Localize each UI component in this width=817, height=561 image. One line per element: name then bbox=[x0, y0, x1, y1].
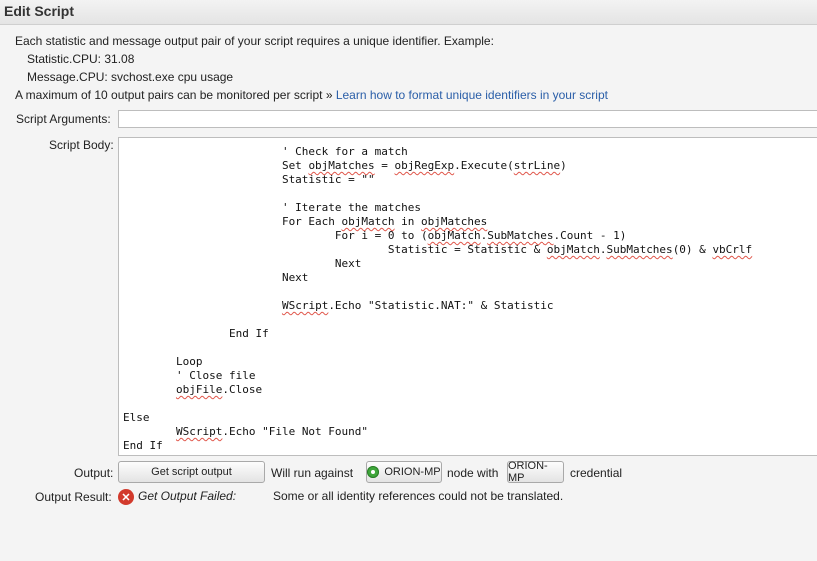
spellcheck-word: objRegExp bbox=[394, 159, 455, 172]
node-button[interactable]: ORION-MP bbox=[366, 461, 442, 483]
spellcheck-word: WScript bbox=[175, 425, 223, 438]
learn-more-link[interactable]: Learn how to format unique identifiers i… bbox=[336, 88, 608, 102]
code-line: ' Close file bbox=[123, 369, 256, 382]
code-line: For i = 0 to (objMatch.SubMatches.Count … bbox=[123, 229, 627, 242]
intro-max-pairs-text: A maximum of 10 output pairs can be moni… bbox=[15, 88, 336, 102]
code-line: ' Check for a match bbox=[123, 145, 408, 158]
output-result-label: Output Result: bbox=[35, 490, 112, 504]
credential-text: credential bbox=[570, 466, 623, 480]
script-body-editor[interactable]: ' Check for a match Set objMatches = obj… bbox=[118, 137, 817, 456]
code-line: WScript.Echo "Statistic.NAT:" & Statisti… bbox=[281, 299, 554, 312]
spellcheck-word: objMatch bbox=[546, 243, 600, 256]
script-arguments-input[interactable] bbox=[118, 110, 817, 128]
output-error-message: Some or all identity references could no… bbox=[273, 489, 564, 503]
code-line: WScript.Echo "File Not Found" bbox=[175, 425, 369, 438]
get-script-output-button[interactable]: Get script output bbox=[118, 461, 265, 483]
code-line: Statistic = Statistic & objMatch.SubMatc… bbox=[123, 243, 753, 256]
code-line: Next bbox=[123, 257, 362, 270]
intro-example-statistic: Statistic.CPU: 31.08 bbox=[27, 52, 135, 66]
spellcheck-word: objMatch bbox=[427, 229, 481, 242]
code-line: End If bbox=[123, 327, 269, 340]
code-line: Loop bbox=[123, 355, 203, 368]
code-line: Next bbox=[123, 271, 309, 284]
will-run-against-text: Will run against bbox=[271, 466, 354, 480]
intro-line-4: A maximum of 10 output pairs can be moni… bbox=[15, 86, 608, 104]
script-body-label: Script Body: bbox=[49, 138, 114, 152]
page-title: Edit Script bbox=[4, 3, 75, 19]
node-with-text: node with bbox=[447, 466, 499, 480]
credential-button[interactable]: ORION-MP bbox=[507, 460, 564, 484]
spellcheck-word: objFile bbox=[175, 383, 223, 396]
spellcheck-word: vbCrlf bbox=[712, 243, 753, 256]
node-name: ORION-MP bbox=[384, 466, 441, 478]
output-label: Output: bbox=[74, 466, 114, 480]
spellcheck-word: SubMatches bbox=[606, 243, 673, 256]
error-x-icon: ✕ bbox=[118, 489, 134, 505]
code-line: Set objMatches = objRegExp.Execute(strLi… bbox=[123, 159, 567, 172]
spellcheck-word: WScript bbox=[281, 299, 329, 312]
script-body-code[interactable]: ' Check for a match Set objMatches = obj… bbox=[119, 138, 817, 453]
script-arguments-label: Script Arguments: bbox=[16, 112, 111, 126]
code-line: ' Iterate the matches bbox=[123, 201, 422, 214]
spellcheck-word: objMatch bbox=[341, 215, 395, 228]
output-status-text: Get Output Failed: bbox=[138, 489, 237, 503]
intro-line-1: Each statistic and message output pair o… bbox=[15, 34, 494, 48]
spellcheck-word: strLine bbox=[513, 159, 561, 172]
code-line: Statistic = "" bbox=[123, 173, 375, 186]
code-line: objFile.Close bbox=[175, 383, 263, 396]
code-line: Else bbox=[123, 411, 150, 424]
code-line: For Each objMatch in objMatches bbox=[123, 215, 488, 228]
intro-text: Each statistic and message output pair o… bbox=[15, 32, 608, 104]
spellcheck-word: SubMatches bbox=[487, 229, 554, 242]
node-status-up-icon bbox=[367, 466, 380, 478]
spellcheck-word: objMatches bbox=[308, 159, 375, 172]
spellcheck-word: objMatches bbox=[421, 215, 488, 228]
intro-example-message: Message.CPU: svchost.exe cpu usage bbox=[27, 70, 234, 84]
panel-header: Edit Script bbox=[0, 0, 817, 25]
code-line: End If bbox=[123, 439, 163, 452]
